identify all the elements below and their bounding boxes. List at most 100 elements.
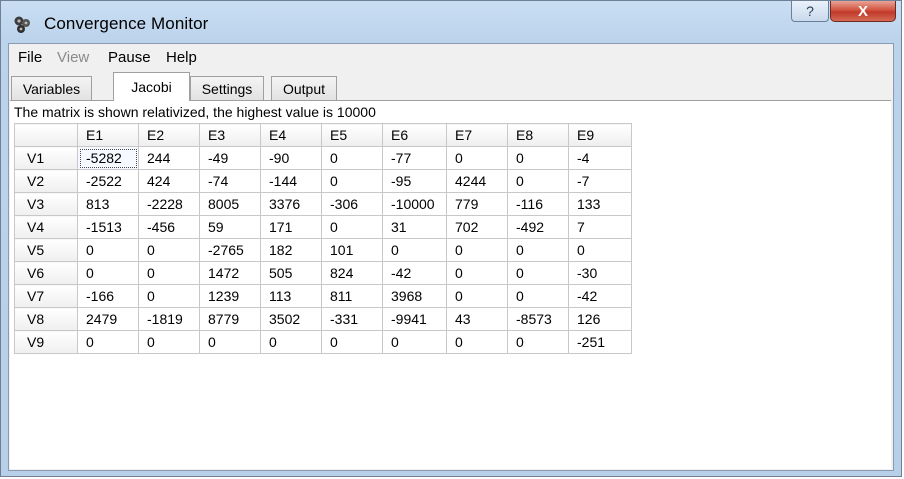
jacobi-matrix-grid[interactable]: E1 E2 E3 E4 E5 E6 E7 E8 E9 V1 -5282 244 -49… [14, 123, 632, 354]
matrix-cell[interactable]: 0 [260, 330, 322, 354]
tab-jacobi[interactable]: Jacobi [113, 72, 190, 101]
matrix-cell[interactable]: -2522 [77, 169, 139, 193]
matrix-cell[interactable]: -251 [568, 330, 632, 354]
matrix-cell[interactable]: 8779 [199, 307, 261, 331]
matrix-cell[interactable]: -42 [382, 261, 447, 285]
matrix-cell[interactable]: -7 [568, 169, 632, 193]
matrix-cell[interactable]: -95 [382, 169, 447, 193]
matrix-cell[interactable]: 0 [507, 261, 569, 285]
matrix-cell[interactable]: 43 [446, 307, 508, 331]
matrix-cell[interactable]: -8573 [507, 307, 569, 331]
matrix-cell[interactable]: 505 [260, 261, 322, 285]
column-header[interactable]: E8 [507, 123, 569, 147]
matrix-cell[interactable]: 0 [446, 238, 508, 262]
matrix-cell[interactable]: -10000 [382, 192, 447, 216]
column-header[interactable]: E5 [321, 123, 383, 147]
tab-output[interactable]: Output [271, 76, 337, 100]
matrix-cell[interactable]: -331 [321, 307, 383, 331]
matrix-cell[interactable]: 2479 [77, 307, 139, 331]
matrix-cell[interactable]: 3376 [260, 192, 322, 216]
matrix-cell[interactable]: 0 [138, 238, 200, 262]
matrix-cell[interactable]: 1239 [199, 284, 261, 308]
matrix-cell[interactable]: -4 [568, 146, 632, 170]
matrix-cell[interactable]: 8005 [199, 192, 261, 216]
matrix-cell[interactable]: -306 [321, 192, 383, 216]
column-header[interactable]: E1 [77, 123, 139, 147]
matrix-cell[interactable]: 813 [77, 192, 139, 216]
row-header[interactable]: V3 [14, 192, 78, 216]
matrix-cell[interactable]: -49 [199, 146, 261, 170]
column-header[interactable]: E9 [568, 123, 632, 147]
matrix-cell[interactable]: -9941 [382, 307, 447, 331]
tab-variables[interactable]: Variables [11, 76, 92, 100]
matrix-cell[interactable]: -492 [507, 215, 569, 239]
matrix-cell[interactable]: 31 [382, 215, 447, 239]
tab-settings[interactable]: Settings [190, 76, 264, 100]
menu-pause[interactable]: Pause [108, 49, 151, 66]
matrix-cell[interactable]: 0 [321, 146, 383, 170]
matrix-cell[interactable]: 3968 [382, 284, 447, 308]
matrix-cell[interactable]: 824 [321, 261, 383, 285]
matrix-cell[interactable]: 0 [446, 330, 508, 354]
matrix-cell[interactable]: 0 [446, 146, 508, 170]
matrix-cell[interactable]: 0 [77, 261, 139, 285]
matrix-cell[interactable]: 101 [321, 238, 383, 262]
row-header[interactable]: V4 [14, 215, 78, 239]
matrix-cell[interactable]: 0 [77, 238, 139, 262]
matrix-cell[interactable]: 7 [568, 215, 632, 239]
matrix-cell[interactable]: 0 [507, 169, 569, 193]
matrix-cell[interactable]: 0 [568, 238, 632, 262]
matrix-cell[interactable]: 0 [321, 215, 383, 239]
matrix-cell[interactable]: 0 [446, 284, 508, 308]
row-header[interactable]: V1 [14, 146, 78, 170]
matrix-cell[interactable]: 0 [321, 330, 383, 354]
column-header[interactable]: E2 [138, 123, 200, 147]
matrix-cell[interactable]: -74 [199, 169, 261, 193]
matrix-cell[interactable]: -77 [382, 146, 447, 170]
matrix-cell[interactable]: 779 [446, 192, 508, 216]
matrix-cell[interactable]: -456 [138, 215, 200, 239]
matrix-cell[interactable]: -2228 [138, 192, 200, 216]
matrix-cell[interactable]: 0 [138, 261, 200, 285]
row-header[interactable]: V5 [14, 238, 78, 262]
menu-file[interactable]: File [18, 49, 42, 66]
matrix-cell[interactable]: 811 [321, 284, 383, 308]
matrix-cell[interactable]: 126 [568, 307, 632, 331]
row-header[interactable]: V6 [14, 261, 78, 285]
matrix-cell[interactable]: 0 [199, 330, 261, 354]
matrix-cell[interactable]: 59 [199, 215, 261, 239]
matrix-cell[interactable]: 0 [138, 284, 200, 308]
title-bar[interactable]: Convergence Monitor ? X [1, 1, 901, 43]
matrix-cell[interactable]: 182 [260, 238, 322, 262]
close-button[interactable]: X [830, 1, 896, 22]
matrix-cell[interactable]: 1472 [199, 261, 261, 285]
matrix-cell[interactable]: 0 [321, 169, 383, 193]
column-header[interactable]: E4 [260, 123, 322, 147]
matrix-cell[interactable]: 0 [382, 330, 447, 354]
matrix-cell[interactable]: 133 [568, 192, 632, 216]
matrix-cell[interactable]: 0 [507, 284, 569, 308]
column-header[interactable]: E3 [199, 123, 261, 147]
matrix-cell[interactable]: -2765 [199, 238, 261, 262]
matrix-cell[interactable]: 0 [446, 261, 508, 285]
matrix-cell[interactable]: 702 [446, 215, 508, 239]
menu-view[interactable]: View [57, 49, 89, 66]
matrix-cell[interactable]: 171 [260, 215, 322, 239]
matrix-cell[interactable]: 0 [382, 238, 447, 262]
matrix-cell[interactable]: 113 [260, 284, 322, 308]
row-header[interactable]: V7 [14, 284, 78, 308]
matrix-cell[interactable]: 0 [507, 330, 569, 354]
matrix-cell[interactable]: 3502 [260, 307, 322, 331]
matrix-cell[interactable]: 0 [507, 146, 569, 170]
matrix-cell[interactable]: -1513 [77, 215, 139, 239]
matrix-cell[interactable]: -166 [77, 284, 139, 308]
matrix-cell[interactable]: -116 [507, 192, 569, 216]
matrix-cell[interactable]: 0 [77, 330, 139, 354]
matrix-cell[interactable]: 0 [138, 330, 200, 354]
matrix-cell[interactable]: -144 [260, 169, 322, 193]
matrix-cell[interactable]: 0 [507, 238, 569, 262]
matrix-cell[interactable]: -5282 [77, 146, 139, 170]
matrix-cell[interactable]: -42 [568, 284, 632, 308]
column-header[interactable]: E7 [446, 123, 508, 147]
column-header[interactable]: E6 [382, 123, 447, 147]
